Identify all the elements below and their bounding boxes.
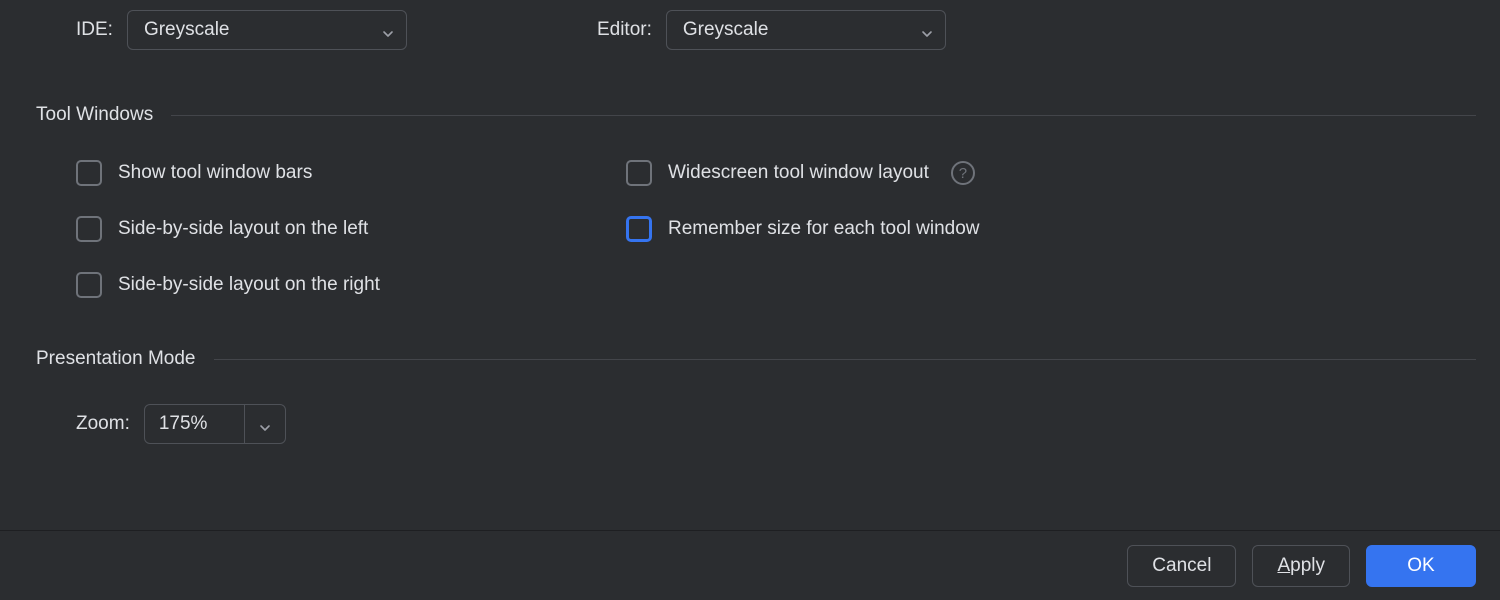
cancel-button[interactable]: Cancel bbox=[1127, 545, 1236, 587]
ide-label: IDE: bbox=[76, 19, 113, 41]
checkbox-box bbox=[76, 160, 102, 186]
zoom-dropdown-button[interactable] bbox=[245, 405, 285, 443]
help-icon[interactable]: ? bbox=[951, 161, 975, 185]
side-by-side-right-checkbox[interactable]: Side-by-side layout on the right bbox=[76, 272, 626, 298]
checkbox-label: Show tool window bars bbox=[118, 162, 312, 184]
ide-dropdown-value: Greyscale bbox=[144, 19, 230, 41]
checkbox-label: Widescreen tool window layout bbox=[668, 162, 929, 184]
zoom-combobox[interactable]: 175% bbox=[144, 404, 286, 444]
divider bbox=[171, 115, 1476, 116]
checkbox-box bbox=[626, 216, 652, 242]
zoom-value[interactable]: 175% bbox=[145, 405, 245, 443]
show-tool-window-bars-checkbox[interactable]: Show tool window bars bbox=[76, 160, 626, 186]
chevron-down-icon bbox=[259, 418, 271, 430]
divider bbox=[214, 359, 1477, 360]
ide-dropdown[interactable]: Greyscale bbox=[127, 10, 407, 50]
checkbox-label: Side-by-side layout on the right bbox=[118, 274, 380, 296]
checkbox-box bbox=[626, 160, 652, 186]
ok-button[interactable]: OK bbox=[1366, 545, 1476, 587]
tool-windows-title: Tool Windows bbox=[36, 104, 153, 126]
remember-size-checkbox[interactable]: Remember size for each tool window bbox=[626, 216, 980, 242]
checkbox-box bbox=[76, 216, 102, 242]
editor-label: Editor: bbox=[597, 19, 652, 41]
checkbox-box bbox=[76, 272, 102, 298]
checkbox-label: Side-by-side layout on the left bbox=[118, 218, 368, 240]
editor-dropdown[interactable]: Greyscale bbox=[666, 10, 946, 50]
tool-windows-section-header: Tool Windows bbox=[36, 104, 1476, 126]
checkbox-label: Remember size for each tool window bbox=[668, 218, 980, 240]
side-by-side-left-checkbox[interactable]: Side-by-side layout on the left bbox=[76, 216, 626, 242]
chevron-down-icon bbox=[382, 24, 394, 36]
apply-button[interactable]: Apply bbox=[1252, 545, 1350, 587]
presentation-mode-section-header: Presentation Mode bbox=[36, 348, 1476, 370]
presentation-mode-title: Presentation Mode bbox=[36, 348, 196, 370]
zoom-label: Zoom: bbox=[76, 413, 130, 435]
chevron-down-icon bbox=[921, 24, 933, 36]
widescreen-layout-checkbox[interactable]: Widescreen tool window layout ? bbox=[626, 160, 980, 186]
editor-dropdown-value: Greyscale bbox=[683, 19, 769, 41]
dialog-footer: Cancel Apply OK bbox=[0, 530, 1500, 600]
